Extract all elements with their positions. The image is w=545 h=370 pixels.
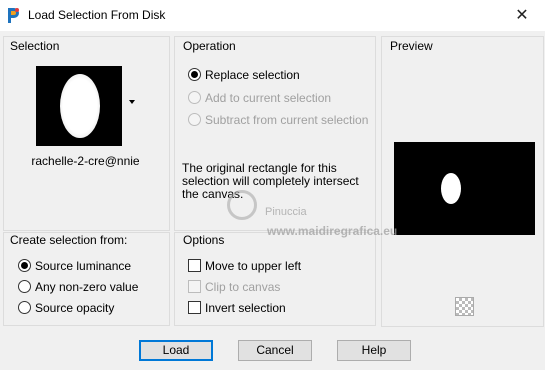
thumbnail-name: rachelle-2-cre@nnie [31, 154, 140, 168]
watermark-url: www.maidiregrafica.eu [267, 224, 398, 238]
subtract-selection-radio[interactable] [188, 113, 201, 126]
close-icon[interactable]: ✕ [499, 0, 545, 31]
watermark-name: Pinuccia [265, 206, 307, 218]
title-bar: Load Selection From Disk ✕ [0, 0, 545, 31]
create-from-label: Create selection from: [10, 233, 128, 247]
clip-canvas-label[interactable]: Clip to canvas [205, 280, 280, 294]
replace-selection-label[interactable]: Replace selection [205, 68, 300, 82]
options-label: Options [183, 233, 225, 247]
cancel-button[interactable]: Cancel [238, 340, 312, 361]
preview-ellipse [441, 173, 461, 204]
checkerboard-icon[interactable] [455, 297, 474, 316]
clip-canvas-checkbox[interactable] [188, 280, 201, 293]
operation-label: Operation [183, 39, 236, 53]
move-upper-left-checkbox[interactable] [188, 259, 201, 272]
thumbnail-ellipse [60, 74, 100, 138]
chevron-down-icon[interactable] [129, 100, 135, 104]
source-luminance-label[interactable]: Source luminance [35, 259, 131, 273]
add-selection-radio[interactable] [188, 91, 201, 104]
any-nonzero-label[interactable]: Any non-zero value [35, 280, 138, 294]
window-title: Load Selection From Disk [28, 8, 166, 22]
subtract-selection-label[interactable]: Subtract from current selection [205, 113, 368, 127]
source-opacity-label[interactable]: Source opacity [35, 301, 114, 315]
selection-label: Selection [10, 39, 60, 53]
invert-selection-checkbox[interactable] [188, 301, 201, 314]
any-nonzero-radio[interactable] [18, 280, 31, 293]
add-selection-label[interactable]: Add to current selection [205, 91, 331, 105]
watermark: Pinuccia www.maidiregrafica.eu [225, 182, 430, 242]
help-button[interactable]: Help [337, 340, 411, 361]
replace-selection-radio[interactable] [188, 68, 201, 81]
watermark-logo-icon [227, 190, 257, 220]
invert-selection-label[interactable]: Invert selection [205, 301, 286, 315]
paintshop-pro-icon [8, 8, 19, 23]
preview-label: Preview [390, 39, 433, 53]
selection-thumbnail[interactable] [36, 66, 122, 146]
move-upper-left-label[interactable]: Move to upper left [205, 259, 301, 273]
load-button[interactable]: Load [139, 340, 213, 361]
source-luminance-radio[interactable] [18, 259, 31, 272]
source-opacity-radio[interactable] [18, 301, 31, 314]
